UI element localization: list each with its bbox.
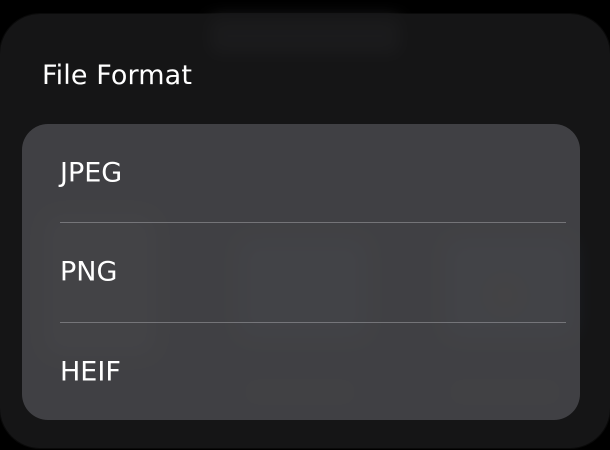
file-format-sheet: File Format JPEG PNG HEIF — [0, 14, 610, 448]
format-option-png[interactable]: PNG — [22, 223, 580, 321]
screen: File Format JPEG PNG HEIF — [0, 0, 610, 450]
format-option-label: HEIF — [60, 356, 121, 388]
format-option-jpeg[interactable]: JPEG — [22, 124, 580, 222]
format-option-heif[interactable]: HEIF — [22, 323, 580, 421]
format-option-label: PNG — [60, 256, 118, 288]
format-option-label: JPEG — [60, 157, 123, 189]
sheet-title: File Format — [42, 60, 193, 91]
format-options-list: JPEG PNG HEIF — [22, 124, 580, 420]
